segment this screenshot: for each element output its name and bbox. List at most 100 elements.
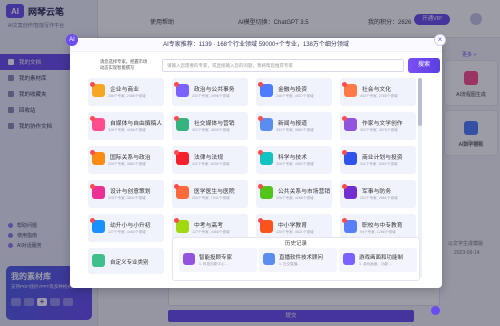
- custom-category-icon: [92, 254, 105, 267]
- category-card[interactable]: 军事与防务 202个专家, 2561个领域: [340, 180, 416, 208]
- history-item-title: 游戏画面和功能制: [359, 255, 404, 261]
- category-card[interactable]: 设计与创意策划 325个专家, 3842个领域: [88, 180, 164, 208]
- category-title: 新闻与报道: [278, 121, 307, 127]
- history-item-sub: 1. 社交直播...: [279, 262, 301, 266]
- category-stats: 325个专家, 3842个领域: [108, 196, 146, 200]
- category-title: 公共关系与市场营销: [278, 189, 331, 195]
- float-action-button[interactable]: [431, 306, 440, 315]
- category-stats: 256个专家, 2466个领域: [108, 94, 146, 98]
- category-icon: [174, 184, 189, 199]
- category-icon: [90, 218, 105, 233]
- history-item-icon: [343, 253, 355, 265]
- category-title: 中考与高考: [194, 223, 223, 229]
- category-stats: 205个专家, 7241个领域: [192, 196, 230, 200]
- category-title: 职校与中专教育: [362, 223, 403, 229]
- history-item-sub: 1. 科技创新中心 ...: [199, 262, 229, 266]
- category-icon: [342, 150, 357, 165]
- category-icon: [342, 82, 357, 97]
- history-item[interactable]: 智能投顾专家 1. 科技创新中心 ...: [179, 248, 257, 272]
- category-title: 法律与法规: [194, 155, 223, 161]
- category-title: 医学医生与医院: [194, 189, 235, 195]
- category-title: 作家与文学创作: [362, 121, 403, 127]
- category-stats: 225个专家, 3862个领域: [108, 162, 146, 166]
- history-item[interactable]: 直播软件技术顾问 1. 社交直播...: [259, 248, 337, 272]
- category-icon: [342, 184, 357, 199]
- category-icon: [90, 116, 105, 131]
- category-stats: 120个专家, 4621个领域: [276, 230, 314, 234]
- history-item-sub: 3. 游戏画面、功能 ...: [359, 262, 393, 266]
- category-card[interactable]: 商业计划与投资 311个专家, 3845个领域: [340, 146, 416, 174]
- category-icon: [90, 82, 105, 97]
- expert-search-input[interactable]: [162, 59, 404, 72]
- category-icon: [174, 218, 189, 233]
- category-card[interactable]: 作家与文学创作 302个专家, 3576个领域: [340, 112, 416, 140]
- category-card[interactable]: 自媒体与自由撰稿人 326个专家, 4266个领域: [88, 112, 164, 140]
- category-card[interactable]: 企业与商业 256个专家, 2466个领域: [88, 78, 164, 106]
- category-stats: 301个专家, 4835个领域: [192, 128, 230, 132]
- search-hint: 请您选择专家，把握市场动态实现智能撰写: [100, 59, 148, 70]
- category-icon: [342, 218, 357, 233]
- category-card[interactable]: 国际关系与政治 225个专家, 3862个领域: [88, 146, 164, 174]
- category-card[interactable]: 科学与技术 326个专家, 4962个领域: [256, 146, 332, 174]
- category-title: 科学与技术: [278, 155, 307, 161]
- category-stats: 402个专家, 2765个领域: [360, 94, 398, 98]
- category-icon: [258, 150, 273, 165]
- category-card[interactable]: 幼升小与小升初 127个专家, 4463个领域: [88, 214, 164, 242]
- search-row: 请您选择专家，把握市场动态实现智能撰写 搜索: [100, 58, 440, 74]
- category-title: 金融与投资: [278, 87, 307, 93]
- category-title: 社交媒体与营销: [194, 121, 235, 127]
- category-card[interactable]: 新闻与报道 351个专家, 3862个领域: [256, 112, 332, 140]
- category-card[interactable]: 法律与法规 411个专家, 6235个领域: [172, 146, 248, 174]
- custom-category-card[interactable]: 自定义专业类别: [88, 248, 164, 274]
- category-title: 社会与文化: [362, 87, 391, 93]
- category-card[interactable]: 政治与公共事务 233个专家, 4996个领域: [172, 78, 248, 106]
- ai-badge-icon: AI: [66, 34, 78, 46]
- category-icon: [258, 82, 273, 97]
- category-title: 自媒体与自由撰稿人: [110, 121, 163, 127]
- history-panel: 历史记录 智能投顾专家 1. 科技创新中心 ... 直播软件技术顾问 1. 社交直播.…: [172, 237, 420, 281]
- category-card[interactable]: 医学医生与医院 205个专家, 7241个领域: [172, 180, 248, 208]
- category-icon: [258, 116, 273, 131]
- search-button[interactable]: 搜索: [408, 58, 440, 73]
- scrollbar-thumb[interactable]: [418, 78, 422, 126]
- category-icon: [90, 150, 105, 165]
- category-icon: [174, 150, 189, 165]
- category-stats: 326个专家, 4266个领域: [108, 128, 146, 132]
- category-title: 幼升小与小升初: [110, 223, 151, 229]
- expert-recommend-modal: AI专家推荐：1139 · 168个行业领域 59000+个专业，138万个细分…: [66, 34, 446, 288]
- category-title: 军事与防务: [362, 189, 391, 195]
- category-icon: [90, 184, 105, 199]
- category-title: 中小学教育: [278, 223, 307, 229]
- category-card[interactable]: 社交媒体与营销 301个专家, 4835个领域: [172, 112, 248, 140]
- category-stats: 326个专家, 4268个领域: [276, 196, 314, 200]
- category-card[interactable]: 金融与投资 246个专家, 4537个领域: [256, 78, 332, 106]
- category-stats: 302个专家, 3576个领域: [360, 128, 398, 132]
- history-title: 历史记录: [284, 241, 307, 247]
- category-icon: [258, 184, 273, 199]
- category-title: 设计与创意策划: [110, 189, 151, 195]
- category-stats: 127个专家, 4466个领域: [192, 230, 230, 234]
- category-title: 政治与公共事务: [194, 87, 235, 93]
- category-card[interactable]: 公共关系与市场营销 326个专家, 4268个领域: [256, 180, 332, 208]
- category-stats: 311个专家, 3845个领域: [360, 162, 398, 166]
- custom-category-label: 自定义专业类别: [110, 260, 149, 266]
- category-stats: 411个专家, 6235个领域: [192, 162, 230, 166]
- history-item[interactable]: 游戏画面和功能制 3. 游戏画面、功能 ...: [339, 248, 417, 272]
- category-title: 商业计划与投资: [362, 155, 403, 161]
- category-card[interactable]: 社会与文化 402个专家, 2765个领域: [340, 78, 416, 106]
- history-item-title: 直播软件技术顾问: [279, 255, 324, 261]
- category-stats: 233个专家, 4996个领域: [192, 94, 230, 98]
- category-icon: [342, 116, 357, 131]
- category-title: 企业与商业: [110, 87, 139, 93]
- history-item-title: 智能投顾专家: [199, 255, 233, 261]
- modal-title: AI专家推荐：1139 · 168个行业领域 59000+个专业，138万个细分…: [70, 38, 442, 52]
- category-stats: 202个专家, 2561个领域: [360, 196, 398, 200]
- category-stats: 127个专家, 4463个领域: [108, 230, 146, 234]
- category-stats: 246个专家, 4537个领域: [276, 94, 314, 98]
- close-icon[interactable]: ×: [434, 34, 446, 46]
- category-title: 国际关系与政治: [110, 155, 151, 161]
- category-icon: [258, 218, 273, 233]
- category-stats: 326个专家, 4962个领域: [276, 162, 314, 166]
- history-item-icon: [183, 253, 195, 265]
- category-stats: 94个专家, 1266个领域: [360, 230, 396, 234]
